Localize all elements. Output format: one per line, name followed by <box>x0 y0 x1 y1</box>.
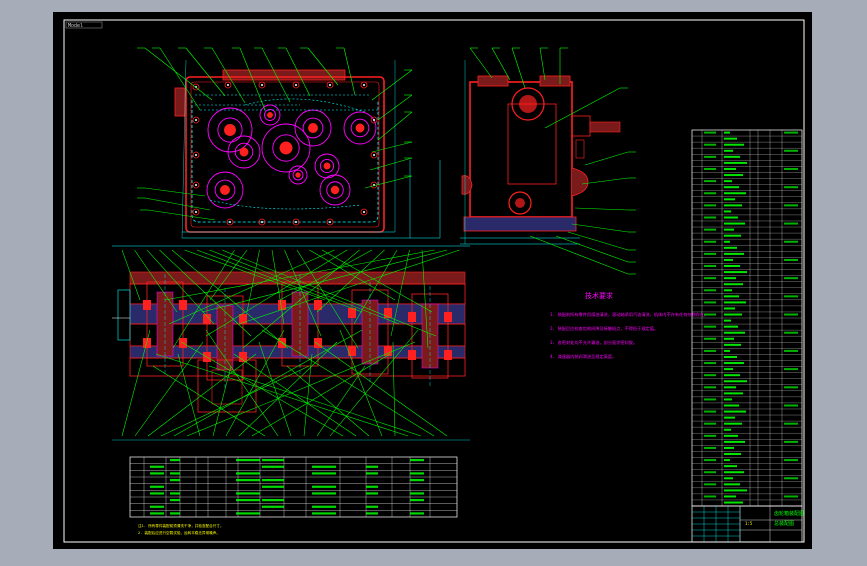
tech-note: 3. 各密封处均不允许漏油，剖分面涂密封胶。 <box>550 339 637 346</box>
tech-note: 4. 减速器内装润滑油至规定高度。 <box>550 353 616 360</box>
tech-note: 2. 装配后应检查齿侧间隙及接触斑点，不得低于规定值。 <box>550 325 658 332</box>
bottom-note: 注1. 所有零件装配前须清洗干净，并检查配合尺寸。 <box>138 523 224 528</box>
title-block-scale: 1:5 <box>745 521 753 526</box>
cad-drawing-canvas[interactable]: Model 技术要求 1. 装配前所有零件用煤油清洗，滚动轴承用汽油清洗，机体内… <box>0 0 867 562</box>
model-tab-label: Model <box>68 23 83 29</box>
title-block-line2: 总装配图 <box>774 520 794 527</box>
cad-viewport[interactable]: Model 技术要求 1. 装配前所有零件用煤油清洗，滚动轴承用汽油清洗，机体内… <box>0 0 867 562</box>
tech-note: 1. 装配前所有零件用煤油清洗，滚动轴承用汽油清洗，机体内不许有任何杂物存在。 <box>550 311 708 318</box>
tech-requirements-title: 技术要求 <box>585 291 613 300</box>
title-block-line1: 齿轮箱装配图 <box>774 510 804 517</box>
bottom-note: 2. 装配后应进行空载试验，运转平稳无异常噪声。 <box>138 530 220 535</box>
